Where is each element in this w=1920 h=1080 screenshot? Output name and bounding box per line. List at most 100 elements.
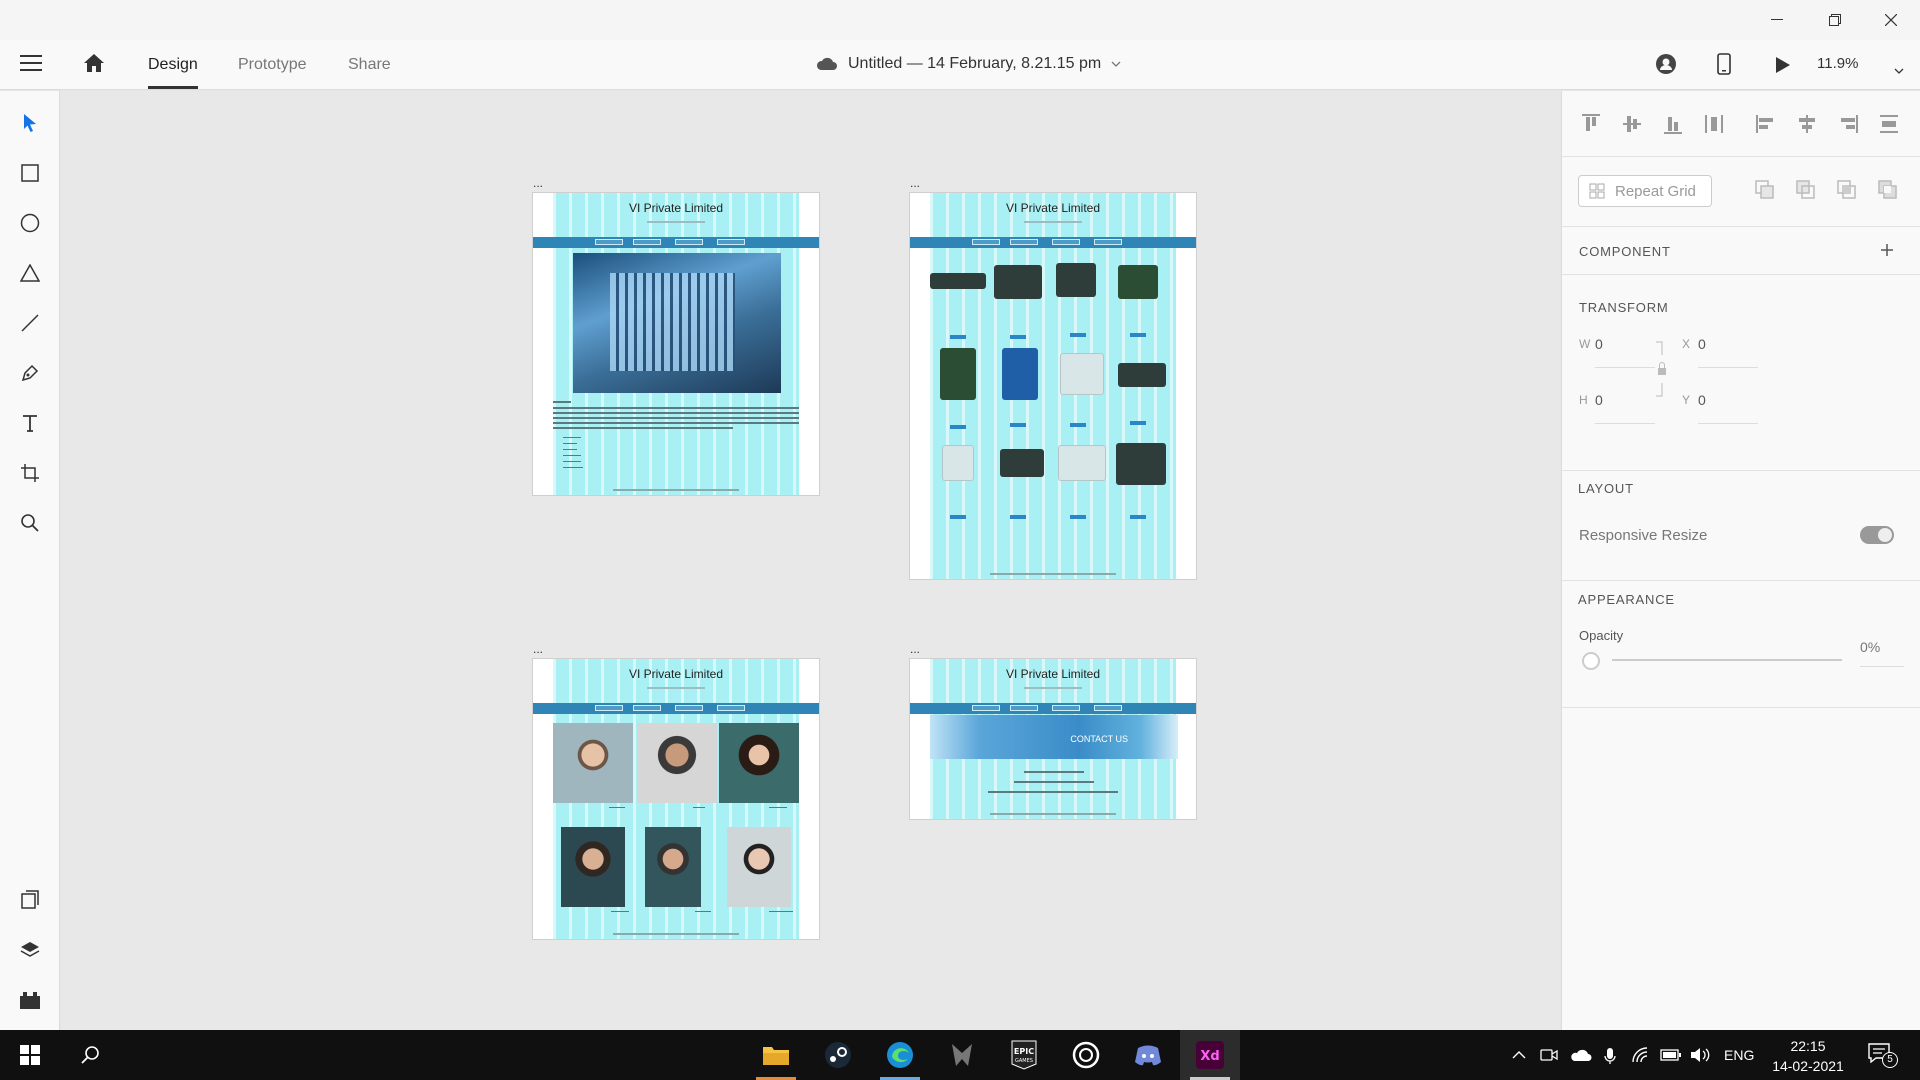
artboard-home[interactable]: VI Private Limited xyxy=(532,192,820,496)
meet-now-icon[interactable] xyxy=(1540,1047,1558,1063)
microphone-icon[interactable] xyxy=(1604,1047,1616,1065)
design-canvas[interactable]: ... VI Private Limited ... VI Private Li… xyxy=(61,91,1560,1030)
team-photo xyxy=(637,723,717,803)
product-image xyxy=(994,265,1042,299)
taskbar-steam[interactable] xyxy=(808,1030,868,1080)
layers-panel-button[interactable] xyxy=(18,938,42,962)
action-center-button[interactable]: 5 xyxy=(1868,1043,1898,1068)
opacity-label: Opacity xyxy=(1579,628,1624,643)
align-toolbar xyxy=(1562,91,1920,157)
tab-share[interactable]: Share xyxy=(348,56,391,74)
assets-panel-button[interactable] xyxy=(18,888,42,912)
product-image xyxy=(1056,263,1096,297)
zoom-level[interactable]: 11.9% xyxy=(1817,55,1858,72)
width-field[interactable]: 0 xyxy=(1595,336,1603,352)
rectangle-tool[interactable] xyxy=(18,161,42,185)
responsive-resize-toggle[interactable] xyxy=(1860,526,1894,544)
plugins-panel-button[interactable] xyxy=(18,988,42,1012)
windows-taskbar: EPIC GAMES Xd ENG 22:15 14-02-2021 5 xyxy=(0,1030,1920,1080)
ellipse-tool[interactable] xyxy=(18,211,42,235)
language-indicator[interactable]: ENG xyxy=(1724,1047,1754,1063)
artboard-products[interactable]: VI Private Limited xyxy=(909,192,1197,580)
taskbar-search-button[interactable] xyxy=(60,1030,120,1080)
distribute-vertical-icon[interactable] xyxy=(1703,113,1725,135)
artboard-nav xyxy=(910,237,1196,248)
team-photo xyxy=(727,827,791,907)
share-user-icon[interactable] xyxy=(1655,53,1677,80)
taskbar-file-explorer[interactable] xyxy=(746,1030,806,1080)
zoom-chevron-icon[interactable] xyxy=(1894,61,1904,79)
taskbar-edge[interactable] xyxy=(870,1030,930,1080)
opacity-slider-handle[interactable] xyxy=(1582,652,1600,670)
artboard-team[interactable]: VI Private Limited xyxy=(532,658,820,940)
exclude-boolean-icon[interactable] xyxy=(1877,179,1899,201)
opacity-slider-track[interactable] xyxy=(1612,659,1842,661)
home-icon[interactable] xyxy=(83,53,105,78)
edge-browser-icon xyxy=(887,1042,913,1068)
artboard-label[interactable]: ... xyxy=(533,643,543,655)
tray-chevron-up-icon[interactable] xyxy=(1512,1050,1526,1060)
artboard-nav xyxy=(533,237,819,248)
tab-design[interactable]: Design xyxy=(148,56,198,89)
volume-icon[interactable] xyxy=(1690,1047,1710,1063)
restore-button[interactable] xyxy=(1806,0,1864,40)
product-image xyxy=(1000,449,1044,477)
close-icon xyxy=(1885,14,1897,26)
section-heading: LAYOUT xyxy=(1578,481,1634,496)
align-bottom-icon[interactable] xyxy=(1662,113,1684,135)
artboard-tool[interactable] xyxy=(18,461,42,485)
tab-prototype[interactable]: Prototype xyxy=(238,56,306,74)
intersect-boolean-icon[interactable] xyxy=(1836,179,1858,201)
x-field[interactable]: 0 xyxy=(1698,336,1706,352)
battery-icon[interactable] xyxy=(1660,1049,1682,1061)
height-field[interactable]: 0 xyxy=(1595,392,1603,408)
taskbar-ubisoft[interactable] xyxy=(1056,1030,1116,1080)
taskbar-discord[interactable] xyxy=(1118,1030,1178,1080)
x-label: X xyxy=(1682,337,1691,351)
assets-icon xyxy=(21,890,39,909)
tools-sidebar xyxy=(0,91,60,1030)
align-middle-icon[interactable] xyxy=(1621,113,1643,135)
taskbar-clock[interactable]: 22:15 14-02-2021 xyxy=(1768,1036,1848,1076)
y-field[interactable]: 0 xyxy=(1698,392,1706,408)
add-component-icon[interactable] xyxy=(1880,243,1894,257)
artboard-label[interactable]: ... xyxy=(910,643,920,655)
opacity-value[interactable]: 0% xyxy=(1860,639,1880,655)
contact-banner: CONTACT US xyxy=(930,715,1178,759)
ubisoft-icon xyxy=(1072,1041,1100,1069)
hamburger-menu-icon[interactable] xyxy=(20,55,42,73)
notification-count: 5 xyxy=(1882,1052,1898,1068)
taskbar-adobe-xd[interactable]: Xd xyxy=(1180,1030,1240,1080)
height-label: H xyxy=(1579,393,1588,407)
subtract-boolean-icon[interactable] xyxy=(1795,179,1817,201)
select-tool[interactable] xyxy=(18,111,42,135)
close-window-button[interactable] xyxy=(1862,0,1920,40)
align-top-icon[interactable] xyxy=(1580,113,1602,135)
minimize-button[interactable] xyxy=(1748,0,1806,40)
device-preview-icon[interactable] xyxy=(1717,53,1731,80)
start-button[interactable] xyxy=(0,1030,60,1080)
taskbar-predator-sense[interactable] xyxy=(932,1030,992,1080)
artboard-contact[interactable]: VI Private Limited CONTACT US xyxy=(909,658,1197,820)
pen-tool[interactable] xyxy=(18,361,42,385)
taskbar-epic-games[interactable]: EPIC GAMES xyxy=(994,1030,1054,1080)
artboard-nav xyxy=(910,703,1196,714)
text-tool[interactable] xyxy=(18,411,42,435)
document-title[interactable]: Untitled — 14 February, 8.21.15 pm xyxy=(816,55,1121,73)
align-right-icon[interactable] xyxy=(1837,113,1859,135)
zoom-tool[interactable] xyxy=(18,511,42,535)
onedrive-cloud-icon[interactable] xyxy=(1570,1047,1592,1063)
line-tool[interactable] xyxy=(18,311,42,335)
align-center-icon[interactable] xyxy=(1796,113,1818,135)
align-left-icon[interactable] xyxy=(1755,113,1777,135)
artboard-subtitle xyxy=(1024,687,1082,689)
wifi-icon[interactable] xyxy=(1632,1047,1650,1063)
repeat-grid-button[interactable]: Repeat Grid xyxy=(1578,175,1712,207)
artboard-label[interactable]: ... xyxy=(910,177,920,189)
lock-aspect-icon[interactable] xyxy=(1656,341,1668,397)
polygon-tool[interactable] xyxy=(18,261,42,285)
play-preview-icon[interactable] xyxy=(1775,56,1791,79)
add-boolean-icon[interactable] xyxy=(1754,179,1776,201)
distribute-horizontal-icon[interactable] xyxy=(1878,113,1900,135)
artboard-label[interactable]: ... xyxy=(533,177,543,189)
